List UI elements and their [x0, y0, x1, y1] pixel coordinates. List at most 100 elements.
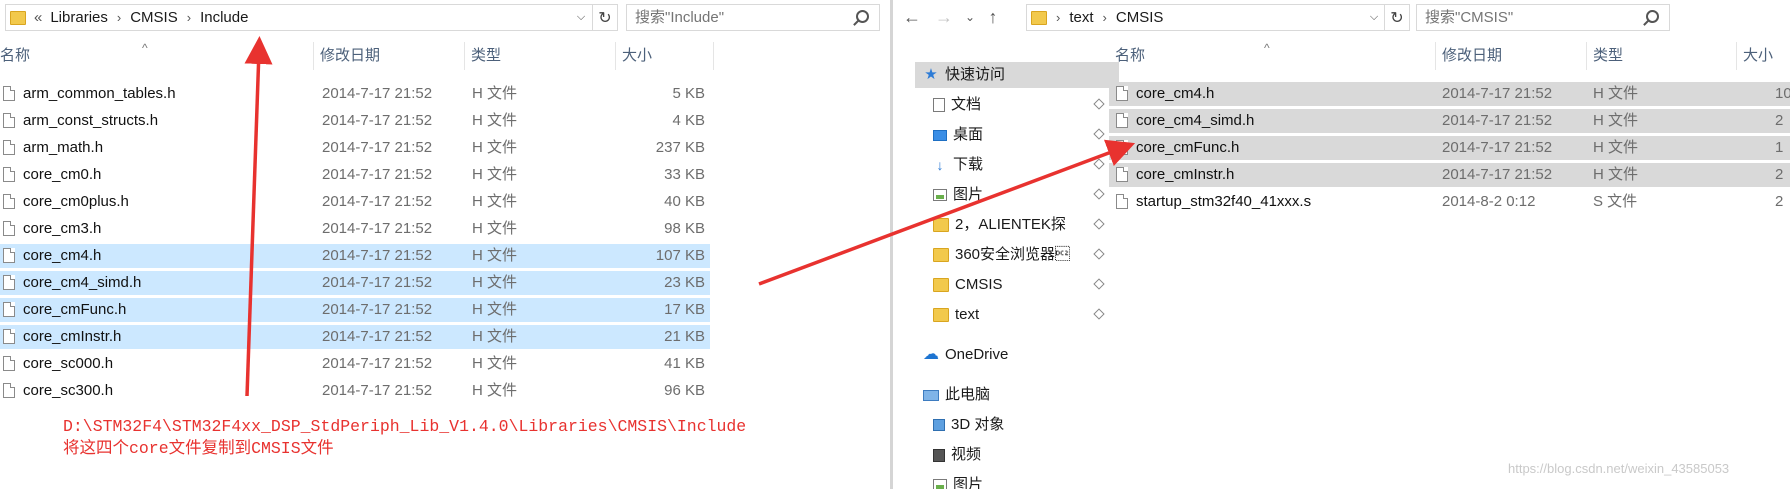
file-name: core_cmFunc.h	[1136, 139, 1240, 156]
up-button[interactable]: ↑	[982, 6, 1004, 28]
search-icon[interactable]	[1646, 10, 1659, 23]
nav-item[interactable]: ↓ 下载	[933, 152, 1111, 178]
pin-icon[interactable]	[1093, 188, 1105, 200]
right-search-input[interactable]	[1417, 8, 1637, 27]
file-date: 2014-7-17 21:52	[322, 85, 433, 102]
pictures-icon	[933, 189, 947, 201]
chevron-down-icon[interactable]: ⌵	[1365, 5, 1383, 30]
breadcrumb-include[interactable]: Include	[196, 5, 252, 30]
file-row[interactable]: core_cm4.h 2014-7-17 21:52 H 文件 107 KB	[0, 244, 710, 268]
file-type: H 文件	[472, 166, 518, 183]
nav-item[interactable]: 2，ALIENTEK探	[933, 212, 1111, 238]
column-name[interactable]: 名称 ^	[1109, 41, 1436, 70]
file-row[interactable]: core_cm4.h 2014-7-17 21:52 H 文件 10	[1109, 82, 1790, 106]
file-row[interactable]: core_cmInstr.h 2014-7-17 21:52 H 文件 21 KB	[0, 325, 710, 349]
breadcrumb-overflow[interactable]: «	[30, 5, 46, 30]
nav-item[interactable]: 桌面	[933, 122, 1111, 148]
file-row[interactable]: arm_common_tables.h 2014-7-17 21:52 H 文件 5 …	[0, 82, 710, 106]
column-size[interactable]: 大小	[616, 42, 714, 70]
left-address-bar[interactable]: « Libraries › CMSIS › Include ⌵	[5, 4, 593, 31]
breadcrumb-cmsis[interactable]: CMSIS	[1112, 5, 1168, 30]
file-icon	[1116, 194, 1128, 209]
file-size: 21 KB	[664, 328, 705, 345]
nav-item-label: 3D 对象	[951, 416, 1005, 433]
breadcrumb-libraries[interactable]: Libraries	[46, 5, 112, 30]
chevron-down-icon: ⌄	[964, 10, 976, 24]
file-size: 10	[1775, 85, 1790, 102]
column-type[interactable]: 类型	[465, 42, 616, 70]
column-type-label: 类型	[1593, 47, 1624, 64]
pin-icon[interactable]	[1093, 278, 1105, 290]
pin-icon[interactable]	[1093, 308, 1105, 320]
nav-item[interactable]: 文档	[933, 92, 1111, 118]
nav-item[interactable]: 图片	[933, 182, 1111, 208]
column-date[interactable]: 修改日期	[314, 42, 465, 70]
recent-locations-button[interactable]: ⌄	[959, 6, 981, 28]
file-name: core_cm0plus.h	[23, 193, 129, 210]
nav-item[interactable]: 图片	[933, 472, 1111, 489]
file-size: 98 KB	[664, 220, 705, 237]
documents-icon	[933, 98, 945, 112]
right-column-header: 名称 ^ 修改日期 类型 大小	[893, 41, 1790, 70]
pin-icon[interactable]	[1093, 158, 1105, 170]
column-type[interactable]: 类型	[1587, 42, 1737, 70]
nav-item[interactable]: CMSIS	[933, 272, 1111, 298]
right-search-box[interactable]	[1416, 4, 1670, 31]
file-type: H 文件	[472, 328, 518, 345]
breadcrumb-text[interactable]: text	[1065, 5, 1097, 30]
file-type: H 文件	[472, 301, 518, 318]
file-icon	[3, 194, 15, 209]
pin-icon[interactable]	[1093, 128, 1105, 140]
file-row[interactable]: core_cmInstr.h 2014-7-17 21:52 H 文件 2	[1109, 163, 1790, 187]
file-icon	[3, 356, 15, 371]
column-date[interactable]: 修改日期	[1436, 42, 1587, 70]
file-name: arm_const_structs.h	[23, 112, 159, 129]
3d-objects-icon	[933, 419, 945, 431]
file-row[interactable]: core_sc300.h 2014-7-17 21:52 H 文件 96 KB	[0, 379, 710, 403]
pin-icon[interactable]	[1093, 248, 1105, 260]
file-row[interactable]: arm_const_structs.h 2014-7-17 21:52 H 文件 4 …	[0, 109, 710, 133]
pin-icon[interactable]	[1093, 218, 1105, 230]
forward-button[interactable]: →	[933, 6, 955, 28]
file-name: core_cm4.h	[23, 247, 102, 264]
left-search-box[interactable]	[626, 4, 880, 31]
folder-icon	[933, 248, 949, 262]
file-row[interactable]: startup_stm32f40_41xxx.s 2014-8-2 0:12 S 文…	[1109, 190, 1790, 214]
nav-item[interactable]: 360安全浏览器	[933, 242, 1111, 268]
file-name: core_sc300.h	[23, 382, 114, 399]
nav-item-label: 图片	[953, 476, 984, 489]
back-button[interactable]: ←	[901, 6, 923, 28]
file-icon	[3, 167, 15, 182]
chevron-down-icon[interactable]: ⌵	[572, 5, 590, 30]
refresh-button[interactable]: ↻	[1384, 4, 1410, 31]
file-row[interactable]: core_cm4_simd.h 2014-7-17 21:52 H 文件 2	[1109, 109, 1790, 133]
file-row[interactable]: arm_math.h 2014-7-17 21:52 H 文件 237 KB	[0, 136, 710, 160]
nav-item[interactable]: 3D 对象	[933, 412, 1111, 438]
refresh-button[interactable]: ↻	[592, 4, 618, 31]
breadcrumb-cmsis[interactable]: CMSIS	[126, 5, 182, 30]
nav-item[interactable]: text	[933, 302, 1111, 328]
file-row[interactable]: core_sc000.h 2014-7-17 21:52 H 文件 41 KB	[0, 352, 710, 376]
column-date-label: 修改日期	[320, 47, 381, 64]
folder-icon	[933, 278, 949, 292]
file-row[interactable]: core_cm0.h 2014-7-17 21:52 H 文件 33 KB	[0, 163, 710, 187]
nav-item[interactable]: ☁ OneDrive	[923, 342, 1111, 368]
nav-item-label: 视频	[951, 446, 982, 463]
column-name[interactable]: 名称 ^	[0, 41, 314, 70]
nav-item[interactable]: 此电脑	[923, 382, 1111, 408]
file-type: S 文件	[1593, 193, 1638, 210]
search-icon[interactable]	[856, 10, 869, 23]
nav-item[interactable]: 视频	[933, 442, 1111, 468]
file-row[interactable]: core_cm0plus.h 2014-7-17 21:52 H 文件 40 KB	[0, 190, 710, 214]
pin-icon[interactable]	[1093, 98, 1105, 110]
file-icon	[1116, 86, 1128, 101]
file-row[interactable]: core_cmFunc.h 2014-7-17 21:52 H 文件 17 KB	[0, 298, 710, 322]
column-size[interactable]: 大小	[1737, 42, 1790, 70]
file-size: 5 KB	[672, 85, 705, 102]
file-row[interactable]: core_cm4_simd.h 2014-7-17 21:52 H 文件 23 KB	[0, 271, 710, 295]
left-search-input[interactable]	[627, 8, 847, 27]
file-size: 1	[1775, 139, 1784, 156]
file-row[interactable]: core_cm3.h 2014-7-17 21:52 H 文件 98 KB	[0, 217, 710, 241]
right-address-bar[interactable]: › text › CMSIS ⌵	[1026, 4, 1385, 31]
file-row[interactable]: core_cmFunc.h 2014-7-17 21:52 H 文件 1	[1109, 136, 1790, 160]
